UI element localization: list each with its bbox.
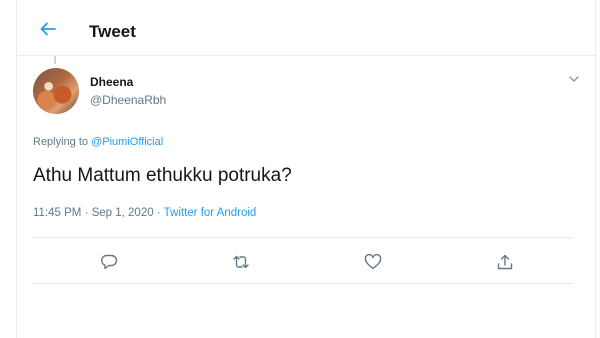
page-title: Tweet <box>89 22 136 41</box>
reply-button[interactable] <box>99 252 119 272</box>
tweet-source-link[interactable]: Twitter for Android <box>164 207 257 219</box>
avatar[interactable] <box>33 68 79 114</box>
author-handle[interactable]: @DheenaRbh <box>90 93 166 107</box>
arrow-left-icon[interactable] <box>39 20 57 38</box>
replying-to: Replying to @PiumiOfficial <box>33 136 163 148</box>
tweet-time[interactable]: 11:45 PM · Sep 1, 2020 · <box>33 207 164 219</box>
header: Tweet <box>17 0 595 56</box>
reply-icon <box>99 252 119 272</box>
tweet-meta: 11:45 PM · Sep 1, 2020 · Twitter for And… <box>33 207 256 219</box>
tweet-column: Tweet Dheena @DheenaRbh Replying to @Piu… <box>16 0 596 338</box>
share-button[interactable] <box>495 252 515 272</box>
thread-connector <box>54 56 56 64</box>
like-button[interactable] <box>363 252 383 272</box>
replying-handle-link[interactable]: @PiumiOfficial <box>91 136 163 148</box>
retweet-icon <box>231 252 251 272</box>
tweet-text: Athu Mattum ethukku potruka? <box>33 165 292 186</box>
retweet-button[interactable] <box>231 252 251 272</box>
author-name[interactable]: Dheena <box>90 75 133 89</box>
share-icon <box>495 252 515 272</box>
replying-prefix: Replying to <box>33 136 92 148</box>
action-bar <box>33 237 573 284</box>
heart-icon <box>363 252 383 272</box>
chevron-down-icon[interactable] <box>567 72 581 86</box>
